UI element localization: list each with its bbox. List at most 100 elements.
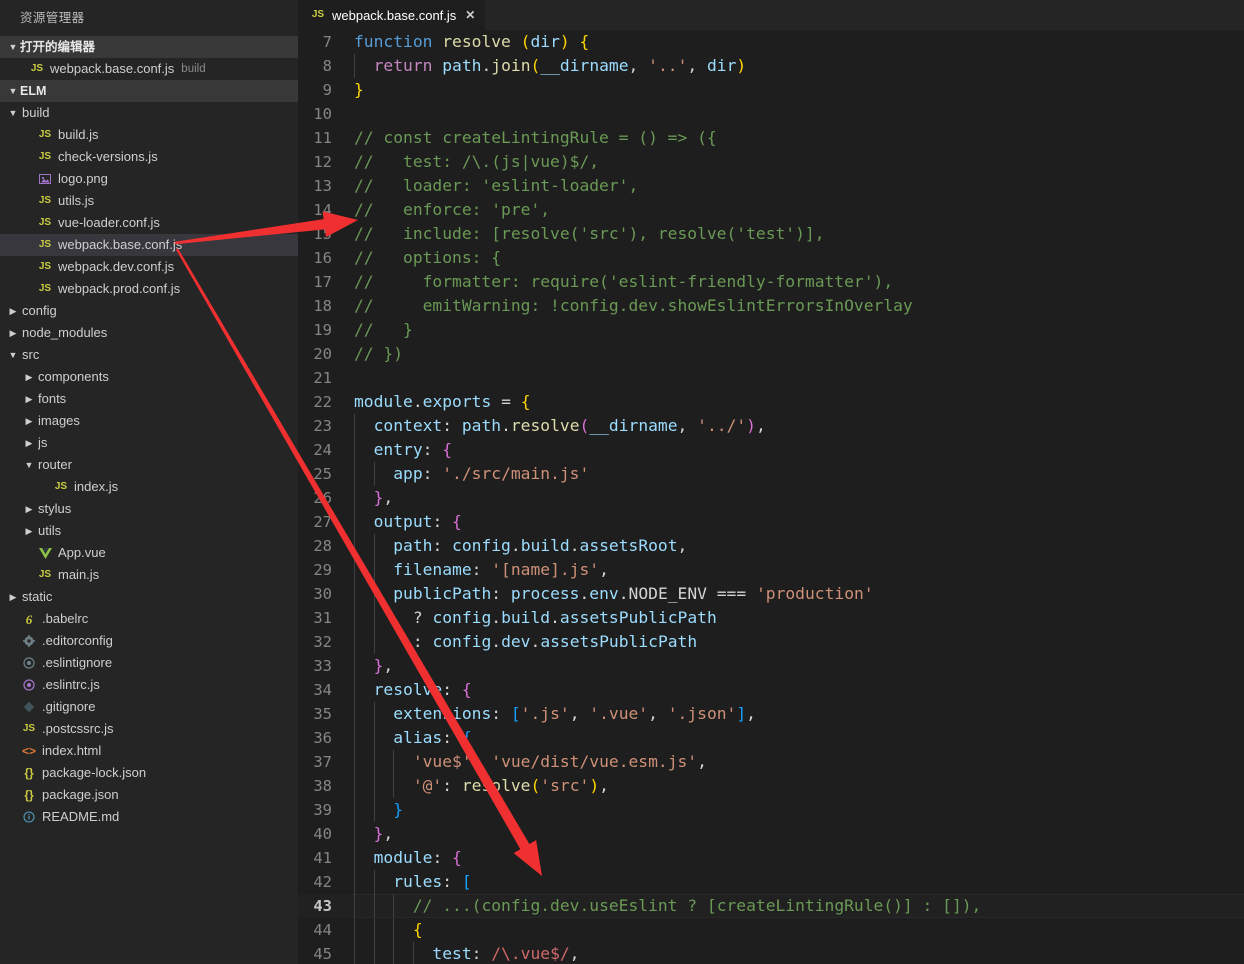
tree-folder-row[interactable]: ▼ build bbox=[0, 102, 298, 124]
tree-folder-row[interactable]: ▼ router bbox=[0, 454, 298, 476]
tree-folder-row[interactable]: ▶ stylus bbox=[0, 498, 298, 520]
code-line[interactable]: 38 '@': resolve('src'), bbox=[298, 774, 1244, 798]
code-line[interactable]: 31 ? config.build.assetsPublicPath bbox=[298, 606, 1244, 630]
code-line[interactable]: 26 }, bbox=[298, 486, 1244, 510]
code-editor[interactable]: 7 function resolve (dir) {8 return path.j… bbox=[298, 30, 1244, 964]
tree-folder-row[interactable]: ▶ components bbox=[0, 366, 298, 388]
open-editor-item[interactable]: ··JSwebpack.base.conf.jsbuild bbox=[0, 58, 298, 80]
tree-file-row[interactable]: · .eslintignore bbox=[0, 652, 298, 674]
code-line[interactable]: 15 // include: [resolve('src'), resolve('… bbox=[298, 222, 1244, 246]
chevron-right-icon[interactable]: ▶ bbox=[22, 372, 36, 382]
tab-webpack-base-conf-js[interactable]: JS webpack.base.conf.js ✕ bbox=[298, 0, 486, 30]
code-line[interactable]: 35 extensions: ['.js', '.vue', '.json'], bbox=[298, 702, 1244, 726]
code-line[interactable]: 19 // } bbox=[298, 318, 1244, 342]
code-line[interactable]: 27 output: { bbox=[298, 510, 1244, 534]
code-line[interactable]: 34 resolve: { bbox=[298, 678, 1244, 702]
tree-folder-row[interactable]: ▶ fonts bbox=[0, 388, 298, 410]
tree-file-row[interactable]: · logo.png bbox=[0, 168, 298, 190]
code-line[interactable]: 33 }, bbox=[298, 654, 1244, 678]
tree-folder-row[interactable]: ▶ images bbox=[0, 410, 298, 432]
tree-file-row[interactable]: · {} package-lock.json bbox=[0, 762, 298, 784]
code-line[interactable]: 8 return path.join(__dirname, '..', dir) bbox=[298, 54, 1244, 78]
tree-folder-row[interactable]: ▶ utils bbox=[0, 520, 298, 542]
tree-folder-row[interactable]: ▶ node_modules bbox=[0, 322, 298, 344]
chevron-right-icon[interactable]: ▶ bbox=[22, 394, 36, 404]
chevron-right-icon[interactable]: ▶ bbox=[22, 504, 36, 514]
chevron-down-icon[interactable]: ▼ bbox=[6, 350, 20, 360]
tree-file-row[interactable]: · 6 .babelrc bbox=[0, 608, 298, 630]
code-line[interactable]: 24 entry: { bbox=[298, 438, 1244, 462]
code-line[interactable]: 42 rules: [ bbox=[298, 870, 1244, 894]
code-line[interactable]: 30 publicPath: process.env.NODE_ENV === … bbox=[298, 582, 1244, 606]
code-line[interactable]: 43 // ...(config.dev.useEslint ? [create… bbox=[298, 894, 1244, 918]
tree-file-row[interactable]: ·JS build.js bbox=[0, 124, 298, 146]
tree-file-row[interactable]: · App.vue bbox=[0, 542, 298, 564]
code-line[interactable]: 9} bbox=[298, 78, 1244, 102]
code-line[interactable]: 45 test: /\.vue$/, bbox=[298, 942, 1244, 964]
code-line[interactable]: 44 { bbox=[298, 918, 1244, 942]
tree-file-row[interactable]: ·JS webpack.base.conf.js bbox=[0, 234, 298, 256]
tree-file-row[interactable]: ·JS utils.js bbox=[0, 190, 298, 212]
tree-file-row[interactable]: ·JS webpack.prod.conf.js bbox=[0, 278, 298, 300]
code-line[interactable]: 10 bbox=[298, 102, 1244, 126]
tree-folder-row[interactable]: ▶ config bbox=[0, 300, 298, 322]
code-line[interactable]: 40 }, bbox=[298, 822, 1244, 846]
code-line[interactable]: 28 path: config.build.assetsRoot, bbox=[298, 534, 1244, 558]
chevron-right-icon[interactable]: ▶ bbox=[22, 438, 36, 448]
tree-folder-row[interactable]: ▶ static bbox=[0, 586, 298, 608]
code-line[interactable]: 12 // test: /\.(js|vue)$/, bbox=[298, 150, 1244, 174]
code-line[interactable]: 41 module: { bbox=[298, 846, 1244, 870]
tree-file-row[interactable]: · {} package.json bbox=[0, 784, 298, 806]
chevron-right-icon[interactable]: ▶ bbox=[6, 306, 20, 316]
tree-folder-row[interactable]: ▼ src bbox=[0, 344, 298, 366]
chevron-right-icon[interactable]: ▶ bbox=[6, 592, 20, 602]
code-line[interactable]: 32 : config.dev.assetsPublicPath bbox=[298, 630, 1244, 654]
chevron-right-icon[interactable]: ▶ bbox=[6, 328, 20, 338]
tree-file-row[interactable]: ·JS index.js bbox=[0, 476, 298, 498]
code-line[interactable]: 11 // const createLintingRule = () => ({ bbox=[298, 126, 1244, 150]
code-line[interactable]: 7 function resolve (dir) { bbox=[298, 30, 1244, 54]
tree-file-row[interactable]: ·JS webpack.dev.conf.js bbox=[0, 256, 298, 278]
chevron-right-icon[interactable]: ▶ bbox=[22, 416, 36, 426]
tree-file-row[interactable]: ·<> index.html bbox=[0, 740, 298, 762]
code-token: } bbox=[373, 488, 384, 507]
code-line[interactable]: 22 module.exports = { bbox=[298, 390, 1244, 414]
code-line[interactable]: 16 // options: { bbox=[298, 246, 1244, 270]
tree-folder-row[interactable]: ▶ js bbox=[0, 432, 298, 454]
tree-file-row[interactable]: ·JS vue-loader.conf.js bbox=[0, 212, 298, 234]
tree-file-row[interactable]: ·JS check-versions.js bbox=[0, 146, 298, 168]
close-icon[interactable]: ✕ bbox=[465, 9, 475, 21]
code-line[interactable]: 37 'vue$': 'vue/dist/vue.esm.js', bbox=[298, 750, 1244, 774]
line-number: 15 bbox=[313, 225, 332, 243]
code-line[interactable]: 29 filename: '[name].js', bbox=[298, 558, 1244, 582]
code-line[interactable]: 18 // emitWarning: !config.dev.showEslint… bbox=[298, 294, 1244, 318]
section-open-editors[interactable]: ▼ 打开的编辑器 bbox=[0, 36, 298, 58]
code-line[interactable]: 20 // }) bbox=[298, 342, 1244, 366]
chevron-down-icon[interactable]: ▼ bbox=[6, 108, 20, 118]
tree-item-label: check-versions.js bbox=[58, 149, 158, 164]
code-line[interactable]: 21 bbox=[298, 366, 1244, 390]
tree-file-row[interactable]: · README.md bbox=[0, 806, 298, 828]
chevron-right-icon[interactable]: ▶ bbox=[22, 526, 36, 536]
tree-file-row[interactable]: ·JS .postcssrc.js bbox=[0, 718, 298, 740]
code-token: === bbox=[706, 584, 756, 603]
code-token: /\.vue$/ bbox=[491, 944, 570, 963]
code-line[interactable]: 36 alias: { bbox=[298, 726, 1244, 750]
code-line[interactable]: 17 // formatter: require('eslint-friendly… bbox=[298, 270, 1244, 294]
tree-file-row[interactable]: · .editorconfig bbox=[0, 630, 298, 652]
code-line[interactable]: 23 context: path.resolve(__dirname, '../… bbox=[298, 414, 1244, 438]
code-token: , bbox=[687, 56, 707, 75]
code-line[interactable]: 13 // loader: 'eslint-loader', bbox=[298, 174, 1244, 198]
tree-file-row[interactable]: ·JS main.js bbox=[0, 564, 298, 586]
code-token: resolve bbox=[461, 776, 531, 795]
code-line[interactable]: 14 // enforce: 'pre', bbox=[298, 198, 1244, 222]
tree-item-label: README.md bbox=[42, 809, 120, 824]
tree-file-row[interactable]: · .gitignore bbox=[0, 696, 298, 718]
tree-file-row[interactable]: · .eslintrc.js bbox=[0, 674, 298, 696]
section-project-elm[interactable]: ▼ ELM bbox=[0, 80, 298, 102]
chevron-down-icon[interactable]: ▼ bbox=[22, 460, 36, 470]
indent-spacer: · bbox=[22, 219, 36, 228]
code-line[interactable]: 39 } bbox=[298, 798, 1244, 822]
code-line[interactable]: 25 app: './src/main.js' bbox=[298, 462, 1244, 486]
